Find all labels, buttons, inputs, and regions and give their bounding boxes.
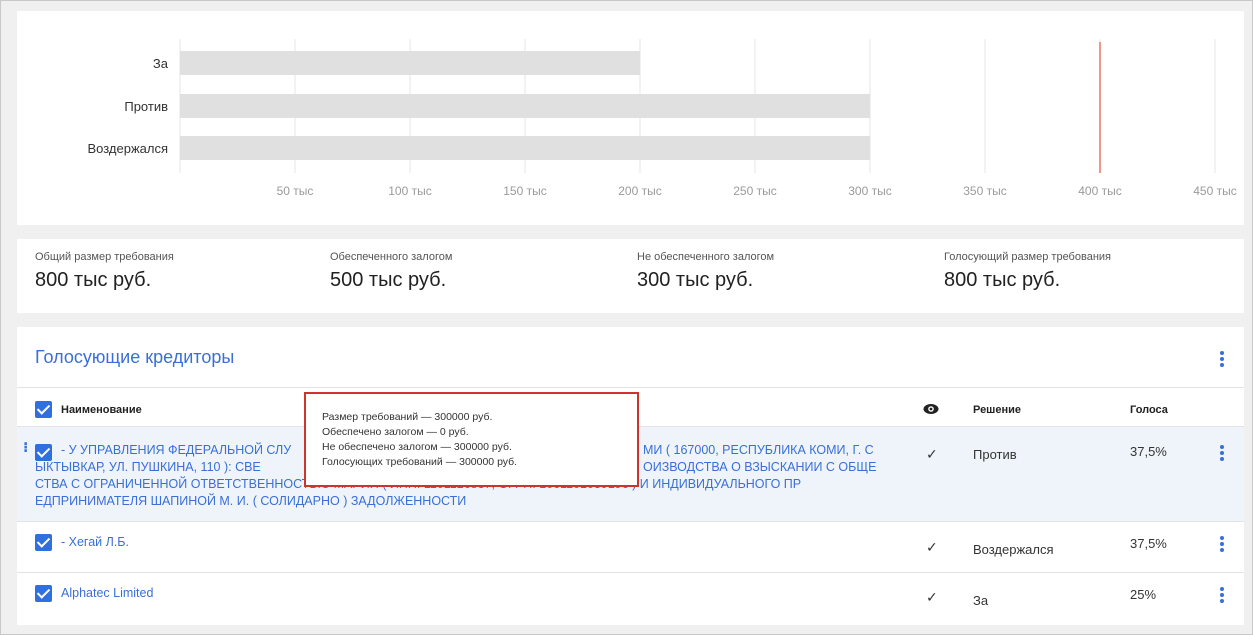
x-tick-label: 100 тыс [388,184,431,198]
viewed-check: ✓ [926,539,938,555]
summary-total: Общий размер требования 800 тыс руб. [35,251,174,292]
category-label: За [153,56,169,71]
creditor-name-link[interactable]: ОИЗВОДСТВА О ВЗЫСКАНИИ С ОБЩЕ [643,459,876,476]
viewed-check: ✓ [926,589,938,605]
drag-handle-icon[interactable]: ⁝ [23,439,28,456]
x-tick-label: 250 тыс [733,184,776,198]
x-tick-label: 400 тыс [1078,184,1121,198]
category-label: Воздержался [87,141,168,156]
viewed-check: ✓ [926,446,938,462]
x-tick-label: 200 тыс [618,184,661,198]
decision-value: Воздержался [973,542,1054,557]
x-tick-label: 450 тыс [1193,184,1236,198]
column-header-decision: Решение [973,404,1021,416]
tooltip-line: Не обеспечено залогом — 300000 руб. [322,441,512,453]
more-vert-icon[interactable] [1212,585,1232,605]
summary-total-label: Общий размер требования [35,251,174,263]
tooltip-line: Голосующих требований — 300000 руб. [322,456,518,468]
section-title: Голосующие кредиторы [35,347,235,367]
tooltip-line: Обеспечено залогом — 0 руб. [322,426,469,438]
claim-details-tooltip: Размер требований — 300000 руб. Обеспече… [304,392,639,487]
summary-secured-value: 500 тыс руб. [330,269,447,291]
votes-value: 37,5% [1130,444,1167,459]
category-label: Против [124,99,168,114]
more-vert-icon[interactable] [1212,349,1232,369]
more-vert-icon[interactable] [1212,443,1232,463]
creditor-name-link[interactable]: ЫКТЫВКАР, УЛ. ПУШКИНА, 110 ): СВЕ [35,459,261,476]
row-checkbox[interactable] [35,585,52,602]
summary-total-value: 800 тыс руб. [35,269,152,291]
summary-unsecured: Не обеспеченного залогом 300 тыс руб. [637,251,774,292]
creditor-name-link[interactable]: Alphatec Limited [61,585,153,602]
x-tick-label: 300 тыс [848,184,891,198]
page-frame: За Против Воздержался 50 тыс 100 тыс 150 тыс 2… [0,0,1253,635]
more-vert-icon[interactable] [1212,534,1232,554]
votes-chart-card: За Против Воздержался 50 тыс 100 тыс 150 тыс 2… [17,11,1244,225]
row-checkbox[interactable] [35,534,52,551]
claim-summary-card: Общий размер требования 800 тыс руб. Обе… [17,239,1244,313]
summary-unsecured-value: 300 тыс руб. [637,269,754,291]
eye-icon[interactable] [923,403,939,415]
x-tick-label: 50 тыс [277,184,314,198]
summary-secured-label: Обеспеченного залогом [330,251,453,263]
divider [17,521,1244,522]
decision-value: За [973,593,989,608]
summary-unsecured-label: Не обеспеченного залогом [637,251,775,263]
x-tick-label: 350 тыс [963,184,1006,198]
creditor-name-link[interactable]: ЕДПРИНИМАТЕЛЯ ШАПИНОЙ М. И. ( СОЛИДАРНО … [35,493,466,510]
x-tick-label: 150 тыс [503,184,546,198]
creditor-name-link[interactable]: - Хегай Л.Б. [61,534,129,551]
votes-value: 25% [1130,587,1157,602]
bar-0 [180,51,640,75]
bar-1 [180,94,870,118]
votes-bar-chart: За Против Воздержался 50 тыс 100 тыс 150 тыс 2… [87,39,1237,198]
divider [17,572,1244,573]
summary-voting-value: 800 тыс руб. [944,269,1061,291]
bar-2 [180,136,870,160]
summary-voting: Голосующий размер требования 800 тыс руб… [944,251,1111,292]
votes-value: 37,5% [1130,536,1167,551]
summary-secured: Обеспеченного залогом 500 тыс руб. [330,251,452,292]
creditor-name-link[interactable]: - У УПРАВЛЕНИЯ ФЕДЕРАЛЬНОЙ СЛУ [61,442,291,459]
tooltip-line: Размер требований — 300000 руб. [322,411,493,423]
divider [17,387,1244,388]
creditor-name-link[interactable]: МИ ( 167000, РЕСПУБЛИКА КОМИ, Г. С [643,442,874,459]
summary-voting-label: Голосующий размер требования [944,251,1111,263]
select-all-checkbox[interactable] [35,401,52,418]
decision-value: Против [973,447,1017,462]
column-header-votes: Голоса [1130,404,1168,416]
column-header-name: Наименование [61,404,142,416]
